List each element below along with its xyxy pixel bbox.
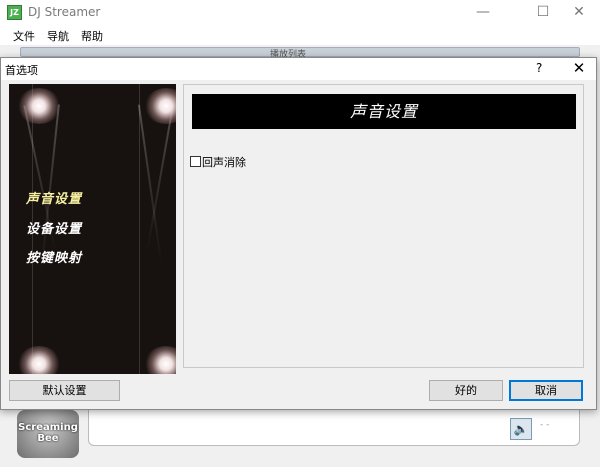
settings-sidebar: 声音设置 设备设置 按键映射	[9, 84, 176, 374]
section-header: 声音设置	[192, 94, 576, 129]
menu-navigate[interactable]: 导航	[47, 28, 69, 44]
playlist-tab-label: 播放列表	[270, 50, 307, 57]
spotlight-top-left	[17, 88, 61, 124]
dialog-title: 首选项	[5, 64, 38, 77]
screaming-bee-logo: Screaming Bee	[17, 410, 79, 458]
cancel-button[interactable]: 取消	[509, 380, 583, 401]
preferences-dialog: 首选项 ? ✕ 声音设置 设备设置 按键映射 声音设置 回声消除 默认设置 好的…	[0, 57, 597, 410]
help-icon[interactable]: ?	[536, 61, 542, 75]
sidebar-item-sound-settings[interactable]: 声音设置	[26, 188, 82, 207]
menu-file[interactable]: 文件	[13, 28, 35, 44]
main-titlebar: JZ DJ Streamer — ☐ ✕	[0, 0, 600, 25]
ok-button[interactable]: 好的	[429, 380, 503, 401]
close-window-button[interactable]: ✕	[556, 0, 600, 25]
menu-help[interactable]: 帮助	[81, 28, 103, 44]
main-bottom-panel	[88, 410, 580, 446]
sidebar-item-device-settings[interactable]: 设备设置	[26, 218, 82, 237]
spotlight-bottom-right	[144, 346, 176, 374]
minimize-button[interactable]: —	[460, 0, 506, 25]
sidebar-item-key-mapping[interactable]: 按键映射	[26, 247, 82, 266]
spotlight-top-right	[144, 88, 176, 124]
dialog-close-button[interactable]: ✕	[567, 59, 591, 79]
speaker-icon[interactable]: 🔈	[510, 418, 532, 440]
echo-cancel-checkbox[interactable]	[190, 156, 201, 167]
restore-defaults-button[interactable]: 默认设置	[9, 380, 120, 401]
dialog-titlebar: 首选项 ? ✕	[1, 58, 596, 80]
window-title: DJ Streamer	[28, 5, 101, 19]
level-marks: - -	[540, 420, 550, 430]
stage-pillar	[139, 84, 140, 374]
spotlight-bottom-left	[17, 346, 61, 374]
settings-content-panel: 声音设置 回声消除	[183, 84, 584, 368]
menubar: 文件 导航 帮助	[0, 25, 600, 45]
app-icon: JZ	[7, 5, 22, 20]
echo-cancel-label[interactable]: 回声消除	[202, 154, 246, 170]
